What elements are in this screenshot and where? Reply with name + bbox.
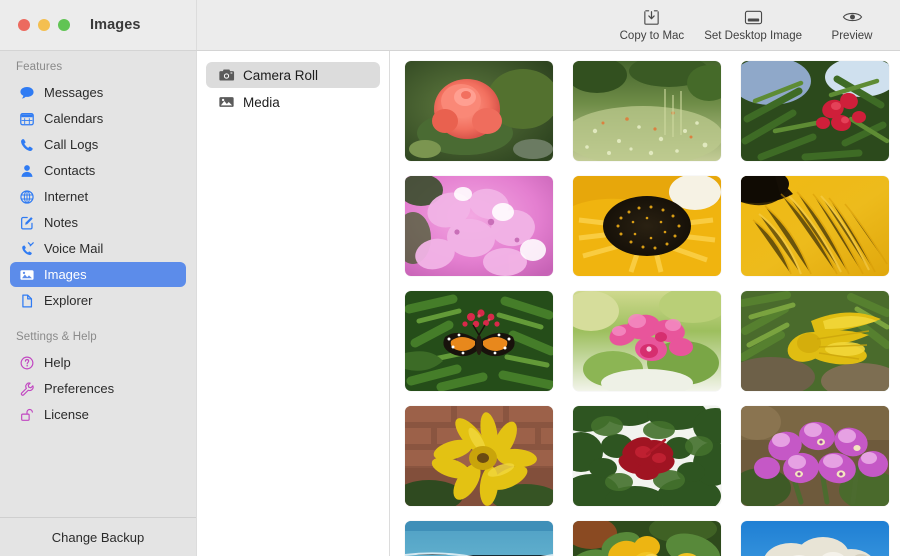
sidebar-item-internet[interactable]: Internet [10,184,186,209]
question-circle-icon [18,354,35,371]
unlock-icon [18,406,35,423]
phone-icon [18,136,35,153]
window-title: Images [90,17,141,33]
sidebar-item-explorer[interactable]: Explorer [10,288,186,313]
sidebar-item-preferences[interactable]: Preferences [10,376,186,401]
camera-icon [217,66,235,84]
close-button[interactable] [18,19,30,31]
window-body: Features Messages Calendars Call Logs Co… [0,51,900,556]
change-backup-button[interactable]: Change Backup [52,530,145,545]
maximize-button[interactable] [58,19,70,31]
sidebar-group-label-features: Features [16,61,63,73]
sidebar-item-label: Explorer [44,292,93,308]
album-item-label: Media [243,94,280,110]
globe-icon [18,188,35,205]
sidebar-item-notes[interactable]: Notes [10,210,186,235]
thumbnail-red-oleander[interactable] [741,61,889,161]
sidebar-group-label-settings: Settings & Help [16,331,97,343]
sidebar-footer: Change Backup [0,517,196,556]
thumbnail-yellow-petals-closeup[interactable] [741,176,889,276]
sidebar-item-label: Contacts [44,162,96,178]
sidebar: Features Messages Calendars Call Logs Co… [0,51,196,556]
set-desktop-image-label: Set Desktop Image [704,30,802,42]
sidebar-item-label: License [44,406,89,422]
photo-icon [18,266,35,283]
album-item-camera-roll[interactable]: Camera Roll [206,62,380,88]
file-icon [18,292,35,309]
thumbnail-yellow-allamanda[interactable] [573,521,721,556]
thumbnail-pink-rose[interactable] [405,61,553,161]
sidebar-item-label: Call Logs [44,136,99,152]
toolbar: Copy to Mac Set Desktop Image Preview [610,0,900,50]
thumbnail-pink-azalea[interactable] [405,176,553,276]
image-grid-pane[interactable] [390,51,900,556]
sidebar-item-messages[interactable]: Messages [10,80,186,105]
sidebar-item-contacts[interactable]: Contacts [10,158,186,183]
chat-bubble-icon [18,84,35,101]
note-pencil-icon [18,214,35,231]
album-item-media[interactable]: Media [206,89,380,115]
traffic-light-controls [0,19,70,31]
voicemail-icon [18,240,35,257]
sidebar-item-label: Internet [44,188,89,204]
sidebar-item-images[interactable]: Images [10,262,186,287]
thumbnail-sunflower-center[interactable] [573,176,721,276]
sidebar-item-label: Messages [44,84,104,100]
sidebar-item-label: Preferences [44,380,115,396]
sidebar-item-call-logs[interactable]: Call Logs [10,132,186,157]
thumbnail-yellow-daffodil[interactable] [741,291,889,391]
thumbnail-monarch-butterfly[interactable] [405,291,553,391]
thumbnail-pink-geranium[interactable] [573,291,721,391]
eye-icon [842,7,863,27]
thumbnail-blossom-tree-sky[interactable] [741,521,889,556]
set-desktop-image-button[interactable]: Set Desktop Image [694,0,812,43]
app-window: Images Copy to Mac Set Desktop Image Pre… [0,0,900,556]
titlebar-spacer [196,0,610,50]
thumbnail-ocean-coastline[interactable] [405,521,553,556]
sidebar-item-license[interactable]: License [10,402,186,427]
sidebar-item-label: Notes [44,214,78,230]
photo-icon [217,93,235,111]
sidebar-item-calendars[interactable]: Calendars [10,106,186,131]
thumbnail-wildflower-meadow[interactable] [573,61,721,161]
preview-label: Preview [831,30,873,42]
sidebar-item-help[interactable]: Help [10,350,186,375]
preview-button[interactable]: Preview [812,0,892,43]
sidebar-item-label: Voice Mail [44,240,104,256]
sidebar-item-label: Images [44,266,87,282]
image-grid [390,61,900,556]
copy-to-mac-label: Copy to Mac [619,30,685,42]
calendar-icon [18,110,35,127]
thumbnail-red-hibiscus[interactable] [573,406,721,506]
album-list-column: Camera Roll Media [196,51,390,556]
sidebar-list: Features Messages Calendars Call Logs Co… [0,51,196,517]
wrench-icon [18,380,35,397]
desktop-icon [743,7,764,27]
sidebar-item-voice-mail[interactable]: Voice Mail [10,236,186,261]
copy-to-mac-button[interactable]: Copy to Mac [610,0,695,43]
person-icon [18,162,35,179]
sidebar-item-label: Help [44,354,71,370]
sidebar-group-spacer [0,314,196,327]
download-to-tray-icon [642,7,661,27]
album-item-label: Camera Roll [243,67,319,83]
minimize-button[interactable] [38,19,50,31]
thumbnail-purple-orchids[interactable] [741,406,889,506]
titlebar-left-region: Images [0,0,196,50]
thumbnail-yellow-daisy-brick[interactable] [405,406,553,506]
sidebar-item-label: Calendars [44,110,104,126]
titlebar: Images Copy to Mac Set Desktop Image Pre… [0,0,900,51]
